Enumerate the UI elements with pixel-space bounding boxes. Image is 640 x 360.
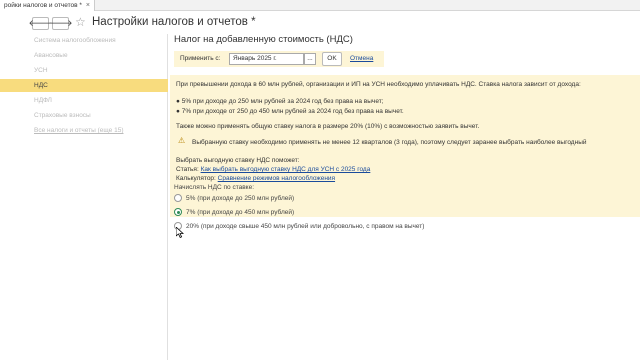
article-link[interactable]: Как выбрать выгодную ставку НДС для УСН … — [201, 166, 371, 173]
title-bar: 🡐 🡒 ☆ Настройки налогов и отчетов * — [0, 12, 640, 34]
radio-button[interactable] — [174, 194, 182, 202]
article-prefix: Статья: — [176, 166, 199, 173]
arrow-right-icon: 🡒 — [48, 18, 73, 28]
info-text: При превышении дохода в 60 млн рублей, о… — [176, 81, 581, 88]
period-picker-button[interactable]: ... — [304, 53, 316, 65]
radio-label: 20% (при доходе свыше 450 млн рублей или… — [186, 222, 425, 230]
apply-label: Применить с: — [180, 55, 221, 62]
section-title: Налог на добавленную стоимость (НДС) — [174, 34, 353, 45]
sidebar-item-ndfl[interactable]: НДФЛ — [0, 94, 168, 107]
radio-label: 7% (при доходе до 450 млн рублей) — [186, 208, 295, 216]
sidebar-item-usn[interactable]: УСН — [0, 64, 168, 77]
tab-settings[interactable]: ройки налогов и отчетов * × — [0, 0, 96, 11]
cancel-link[interactable]: Отмена — [350, 55, 373, 62]
tab-bar: ройки налогов и отчетов * × — [0, 0, 640, 11]
page-title: Настройки налогов и отчетов * — [92, 16, 256, 28]
calculator-link[interactable]: Сравнение режимов налогообложения — [218, 175, 335, 182]
bullet-text: 5% при доходе до 250 млн рублей за 2024 … — [181, 98, 384, 105]
warning-icon: ⚠ — [178, 136, 186, 145]
ok-button[interactable]: OK — [322, 52, 342, 66]
radio-label: 5% (при доходе до 250 млн рублей) — [186, 194, 295, 202]
sidebar-item-advances[interactable]: Авансовые — [0, 49, 168, 62]
sidebar: Система налогообложения Авансовые УСН НД… — [0, 34, 168, 360]
forward-button[interactable]: 🡒 — [48, 17, 73, 30]
info-text: Также можно применять общую ставку налог… — [176, 123, 480, 130]
apply-row: Применить с: Январь 2025 г. ... OK Отмен… — [174, 51, 384, 67]
rate-label: Начислять НДС по ставке: — [174, 184, 255, 191]
bullet-text: 7% при доходе от 250 до 450 млн рублей з… — [181, 108, 404, 115]
back-button[interactable]: 🡐 — [28, 17, 53, 30]
radio-button[interactable] — [174, 208, 182, 216]
calc-row: Калькулятор: Сравнение режимов налогообл… — [176, 175, 335, 182]
tab-label: ройки налогов и отчетов * — [4, 2, 82, 9]
article-row: Статья: Как выбрать выгодную ставку НДС … — [176, 166, 370, 173]
warning-text: Выбранную ставку необходимо применять не… — [192, 139, 587, 146]
info-bullet: ● 7% при доходе от 250 до 450 млн рублей… — [176, 108, 404, 115]
sidebar-item-vat[interactable]: НДС — [0, 79, 168, 92]
rate-option-7[interactable]: 7% (при доходе до 450 млн рублей) — [174, 208, 294, 216]
period-input[interactable]: Январь 2025 г. — [229, 53, 304, 65]
main-panel: Налог на добавленную стоимость (НДС) При… — [170, 34, 640, 360]
star-icon[interactable]: ☆ — [75, 15, 86, 29]
sidebar-item-all-taxes[interactable]: Все налоги и отчеты (еще 15) — [0, 124, 168, 137]
sidebar-item-tax-system[interactable]: Система налогообложения — [0, 34, 168, 47]
sidebar-item-insurance[interactable]: Страховые взносы — [0, 109, 168, 122]
close-icon[interactable]: × — [86, 2, 90, 9]
rate-option-5[interactable]: 5% (при доходе до 250 млн рублей) — [174, 194, 294, 202]
calc-prefix: Калькулятор: — [176, 175, 216, 182]
mouse-cursor-icon — [175, 226, 185, 240]
help-title: Выбрать выгодную ставку НДС поможет: — [176, 157, 300, 164]
info-bullet: ● 5% при доходе до 250 млн рублей за 202… — [176, 98, 384, 105]
rate-option-20[interactable]: 20% (при доходе свыше 450 млн рублей или… — [174, 222, 424, 230]
